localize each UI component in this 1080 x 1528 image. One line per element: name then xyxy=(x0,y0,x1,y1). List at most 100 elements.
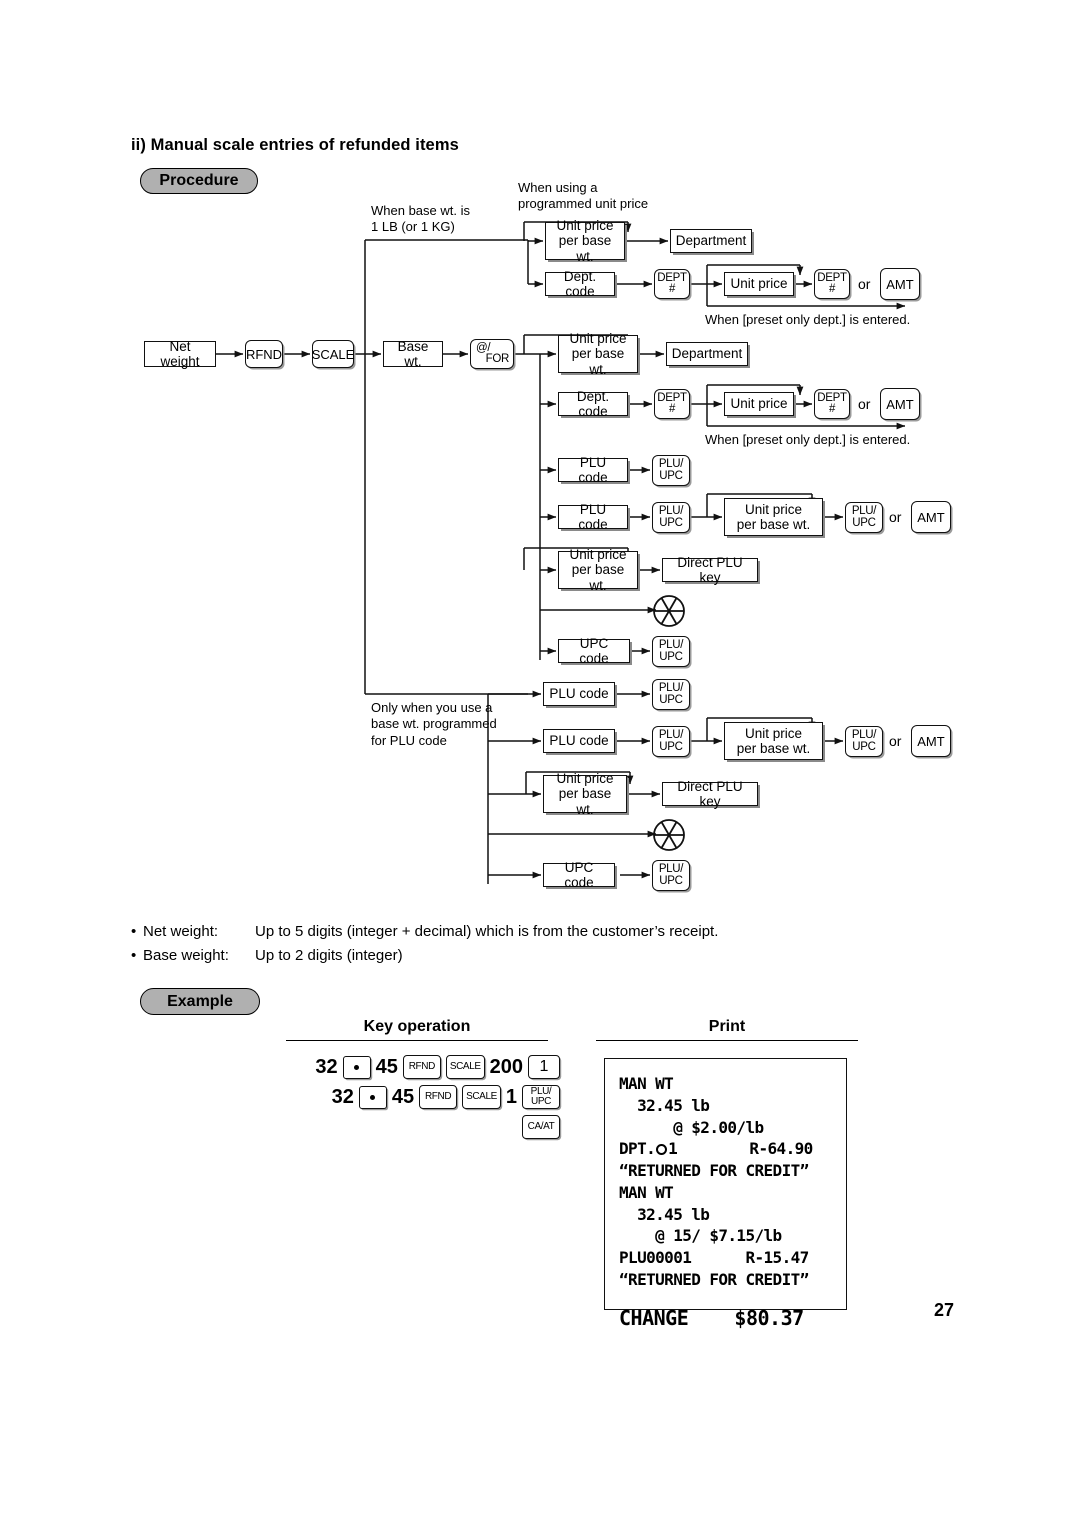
line1: Unit price xyxy=(744,501,803,517)
key-plu-top: PLU/ xyxy=(658,729,684,741)
receipt-line: MAN WT xyxy=(619,1182,674,1202)
key-dept-number-mid-2[interactable]: DEPT # xyxy=(814,389,850,419)
key-number-1[interactable]: 1 xyxy=(506,1086,517,1109)
box-direct-plu-key-mid: Direct PLU key xyxy=(662,555,758,585)
circle-icon xyxy=(656,1143,668,1155)
key-decimal-point[interactable] xyxy=(358,1085,387,1109)
procedure-flowchart: When base wt. is 1 LB (or 1 KG) When usi… xyxy=(0,0,1080,900)
net-weight-value: Up to 5 digits (integer + decimal) which… xyxy=(255,923,719,940)
key-plu-bottom: UPC xyxy=(659,693,683,706)
receipt-dpt-suffix: 1 R-64.90 xyxy=(668,1139,813,1159)
box-plu-code-mid-2: PLU code xyxy=(558,502,628,532)
box-unit-price-mid: Unit price xyxy=(724,392,794,416)
key-plu-upc-bot-1[interactable]: PLU/ UPC xyxy=(652,679,690,710)
key-plu-upc-mid-2[interactable]: PLU/ UPC xyxy=(652,502,690,533)
key-plu-upc-mid-4[interactable]: PLU/ UPC xyxy=(652,636,690,667)
note-row-net-weight: • Net weight: Up to 5 digits (integer + … xyxy=(131,920,718,944)
line1: Unit price xyxy=(556,771,614,787)
receipt-line: DPT. 1 R-64.90 xyxy=(605,1138,846,1160)
line2: per base wt. xyxy=(736,741,811,756)
key-plu-top: PLU/ xyxy=(658,682,684,694)
key-plu-top: PLU/ xyxy=(658,458,684,470)
line1: Unit price xyxy=(569,331,627,347)
bullet: • xyxy=(131,947,137,964)
key-amt-label: AMT xyxy=(886,396,914,412)
box-unit-price-per-base-wt-mid-3: Unit price per base wt. xyxy=(558,547,638,593)
key-number-32[interactable]: 32 xyxy=(315,1056,337,1079)
key-rfnd[interactable]: RFND xyxy=(402,1055,441,1079)
key-at-for[interactable]: @/ FOR xyxy=(470,339,514,369)
line2: per base wt. xyxy=(558,233,612,264)
or-label-bot: or xyxy=(889,733,902,749)
key-dept-number-top-2[interactable]: DEPT # xyxy=(814,269,850,299)
key-amt-label: AMT xyxy=(917,733,945,749)
base-weight-value: Up to 2 digits (integer) xyxy=(255,947,403,964)
note-programmed-unit-price: When using a programmed unit price xyxy=(518,180,649,212)
box-dept-code-top: Dept. code xyxy=(545,269,615,299)
example-badge: Example xyxy=(140,988,260,1015)
key-decimal-point[interactable] xyxy=(342,1055,371,1079)
key-number-45[interactable]: 45 xyxy=(392,1086,414,1109)
receipt-print: MAN WT 32.45 lb @ $2.00/lb DPT. 1 R-64.90 “… xyxy=(604,1058,847,1330)
key-amt-top[interactable]: AMT xyxy=(880,268,920,300)
key-number-45[interactable]: 45 xyxy=(376,1056,398,1079)
print-title: Print xyxy=(596,1018,858,1041)
key-plu-top: PLU/ xyxy=(851,505,877,517)
key-number-32[interactable]: 32 xyxy=(332,1086,354,1109)
or-label-top: or xyxy=(858,276,871,292)
key-rfnd[interactable]: RFND xyxy=(245,340,283,368)
base-weight-label: Base weight: xyxy=(143,947,229,964)
box-unit-price-per-base-wt-top: Unit price per base wt. xyxy=(545,218,625,264)
key-amt-mid-2[interactable]: AMT xyxy=(911,501,951,533)
key-dept-bottom: # xyxy=(828,283,836,295)
key-ca-at[interactable]: CA/AT xyxy=(522,1115,560,1139)
key-amt-mid[interactable]: AMT xyxy=(880,388,920,420)
receipt-line: 32.45 lb xyxy=(619,1204,710,1224)
weight-notes: • Net weight: Up to 5 digits (integer + … xyxy=(131,920,718,968)
key-sequence-row: 32 45 RFND SCALE 200 1 xyxy=(280,1052,560,1082)
receipt-line: PLU00001 R-15.47 xyxy=(619,1248,809,1267)
key-plu-bottom: UPC xyxy=(852,516,876,529)
receipt-line: MAN WT xyxy=(619,1074,674,1093)
key-plu-bottom: UPC xyxy=(659,516,683,529)
key-amt-bot[interactable]: AMT xyxy=(911,725,951,757)
key-plu-upc-bot-2[interactable]: PLU/ UPC xyxy=(652,726,690,757)
key-dept-bottom: # xyxy=(828,403,836,415)
key-scale[interactable]: SCALE xyxy=(445,1055,485,1079)
box-department-mid: Department xyxy=(666,342,748,366)
note-preset-dept-1: When [preset only dept.] is entered. xyxy=(705,312,911,327)
receipt-line: “RETURNED FOR CREDIT” xyxy=(619,1161,809,1180)
key-rfnd[interactable]: RFND xyxy=(419,1085,458,1109)
box-unit-price-per-base-wt-bot-2: Unit price per base wt. xyxy=(543,771,627,817)
box-unit-price-per-base-wt-mid-2: Unit price per base wt. xyxy=(724,498,823,536)
key-dept-number-mid-1[interactable]: DEPT # xyxy=(654,389,690,419)
key-number-200[interactable]: 200 xyxy=(490,1056,523,1079)
key-plu-upc[interactable]: PLU/UPC xyxy=(522,1085,560,1109)
key-scale[interactable]: SCALE xyxy=(312,340,354,368)
or-label-mid: or xyxy=(858,396,871,412)
receipt-dpt-prefix: DPT. xyxy=(619,1139,656,1159)
box-net-weight: Net weight xyxy=(144,339,216,369)
key-dept-1[interactable]: 1 xyxy=(528,1055,560,1079)
receipt-line: 32.45 lb xyxy=(619,1095,710,1115)
key-amt-label: AMT xyxy=(917,509,945,525)
key-plu-upc-mid-3[interactable]: PLU/ UPC xyxy=(845,502,883,533)
key-plu-bottom: UPC xyxy=(659,874,683,887)
receipt-line: CHANGE $80.37 xyxy=(619,1305,804,1330)
key-dept-number-top-1[interactable]: DEPT # xyxy=(654,269,690,299)
or-label-mid-2: or xyxy=(889,509,902,525)
key-plu-upc-bot-3[interactable]: PLU/ UPC xyxy=(845,726,883,757)
key-operation-sequence: 32 45 RFND SCALE 200 1 32 45 RFND SCALE 1 PLU/UPC CA… xyxy=(280,1052,560,1139)
key-scale[interactable]: SCALE xyxy=(462,1085,501,1109)
key-plu-upc-mid-1[interactable]: PLU/ UPC xyxy=(652,455,690,486)
key-plu-upc-bot-4[interactable]: PLU/ UPC xyxy=(652,860,690,891)
box-unit-price-top: Unit price xyxy=(724,272,794,296)
box-department-top: Department xyxy=(670,229,752,253)
key-rfnd-label: RFND xyxy=(245,346,283,362)
box-base-weight: Base wt. xyxy=(383,339,443,369)
key-plu-bottom: UPC xyxy=(659,740,683,753)
box-direct-plu-key-bot: Direct PLU key xyxy=(662,779,758,809)
receipt-line: “RETURNED FOR CREDIT” xyxy=(619,1269,809,1289)
line1: Unit price xyxy=(744,725,803,741)
manual-page: ii) Manual scale entries of refunded ite… xyxy=(0,0,1080,1528)
